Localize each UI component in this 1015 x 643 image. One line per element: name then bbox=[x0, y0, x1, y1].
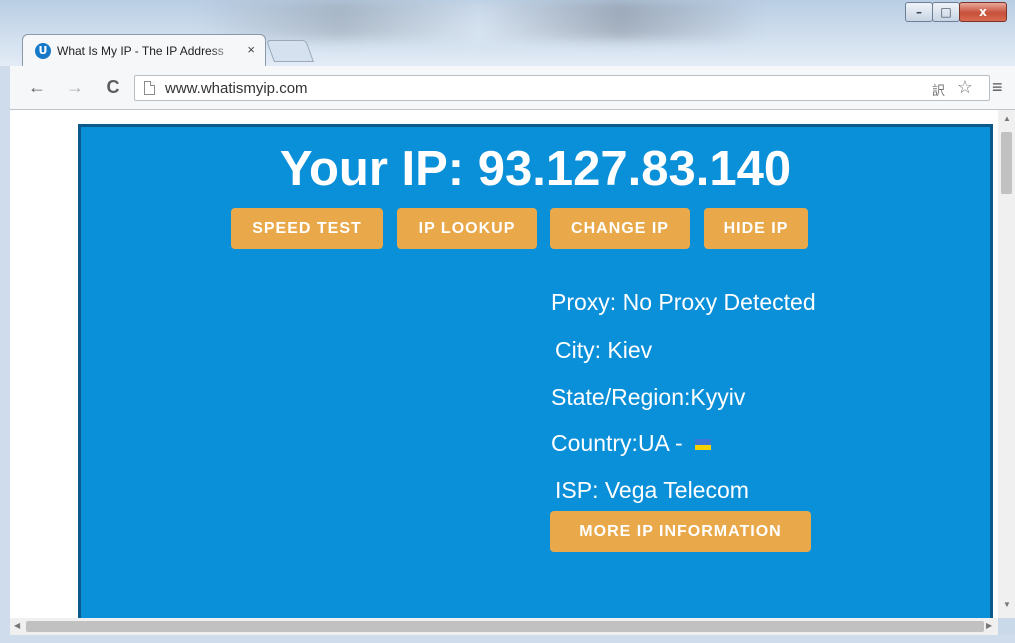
page-icon bbox=[144, 81, 155, 95]
vertical-scrollbar[interactable]: ▲ ▼ bbox=[998, 110, 1015, 618]
window-bottom-border bbox=[0, 635, 1015, 643]
proxy-label: Proxy: bbox=[551, 289, 617, 315]
hide-ip-button[interactable]: HIDE IP bbox=[704, 208, 808, 249]
scroll-up-arrow-icon[interactable]: ▲ bbox=[1003, 114, 1011, 123]
new-tab-button[interactable] bbox=[265, 40, 315, 62]
horizontal-scrollbar[interactable]: ◀ ▶ bbox=[10, 618, 998, 635]
proxy-value: No Proxy Detected bbox=[622, 289, 816, 315]
isp-label: ISP: bbox=[555, 477, 599, 503]
translate-icon[interactable]: 訳 bbox=[932, 80, 945, 99]
scroll-down-arrow-icon[interactable]: ▼ bbox=[1003, 600, 1011, 609]
tab-whatismyip[interactable]: U What Is My IP - The IP Address × bbox=[22, 34, 266, 66]
browser-window: – □ x U What Is My IP - The IP Address ×… bbox=[0, 0, 1015, 643]
isp-row: ISP: Vega Telecom bbox=[555, 477, 749, 504]
ip-panel: Your IP: 93.127.83.140 SPEED TEST IP LOO… bbox=[78, 124, 993, 618]
proxy-row: Proxy: No Proxy Detected bbox=[551, 289, 816, 316]
country-row: Country:UA - bbox=[551, 430, 712, 457]
state-row: State/Region:Kyyiv bbox=[551, 384, 745, 411]
horizontal-scroll-thumb[interactable] bbox=[26, 621, 984, 632]
window-left-border bbox=[0, 66, 10, 643]
country-value: UA - bbox=[637, 430, 683, 456]
close-window-button[interactable]: x bbox=[959, 2, 1007, 22]
more-ip-information-button[interactable]: MORE IP INFORMATION bbox=[550, 511, 811, 552]
action-buttons: SPEED TEST IP LOOKUP CHANGE IP HIDE IP bbox=[231, 208, 808, 249]
reload-icon[interactable]: C bbox=[102, 76, 124, 98]
country-label: Country: bbox=[551, 430, 638, 456]
tab-close-icon[interactable]: × bbox=[247, 42, 255, 57]
isp-value: Vega Telecom bbox=[604, 477, 749, 503]
chrome-menu-icon[interactable]: ≡ bbox=[992, 77, 1003, 98]
ip-lookup-button[interactable]: IP LOOKUP bbox=[397, 208, 537, 249]
vertical-scroll-thumb[interactable] bbox=[1001, 132, 1012, 194]
site-favicon-icon: U bbox=[35, 43, 51, 59]
scroll-right-arrow-icon[interactable]: ▶ bbox=[986, 621, 992, 630]
city-label: City: bbox=[555, 337, 601, 363]
city-value: Kiev bbox=[607, 337, 653, 363]
minimize-button[interactable]: – bbox=[905, 2, 933, 22]
forward-arrow-icon[interactable]: → bbox=[64, 76, 86, 98]
speed-test-button[interactable]: SPEED TEST bbox=[231, 208, 383, 249]
title-bar: – □ x U What Is My IP - The IP Address × bbox=[0, 0, 1015, 66]
ukraine-flag-icon bbox=[695, 439, 712, 451]
browser-toolbar: ← → C www.whatismyip.com 訳 ☆ ≡ bbox=[0, 66, 1015, 110]
city-row: City: Kiev bbox=[555, 337, 652, 364]
url-text[interactable]: www.whatismyip.com bbox=[165, 80, 308, 97]
titlebar-background bbox=[200, 0, 760, 40]
page-viewport: Your IP: 93.127.83.140 SPEED TEST IP LOO… bbox=[10, 110, 998, 618]
back-arrow-icon[interactable]: ← bbox=[26, 76, 48, 98]
change-ip-button[interactable]: CHANGE IP bbox=[550, 208, 690, 249]
state-label: State/Region: bbox=[551, 384, 691, 410]
address-bar[interactable]: www.whatismyip.com 訳 ☆ bbox=[134, 75, 990, 101]
maximize-button[interactable]: □ bbox=[932, 2, 960, 22]
ip-headline: Your IP: 93.127.83.140 bbox=[279, 142, 792, 196]
bookmark-star-icon[interactable]: ☆ bbox=[957, 77, 973, 98]
scroll-left-arrow-icon[interactable]: ◀ bbox=[14, 621, 20, 630]
state-value: Kyyiv bbox=[690, 384, 746, 410]
tab-title: What Is My IP - The IP Address bbox=[57, 44, 224, 58]
window-controls: – □ x bbox=[905, 2, 1007, 22]
